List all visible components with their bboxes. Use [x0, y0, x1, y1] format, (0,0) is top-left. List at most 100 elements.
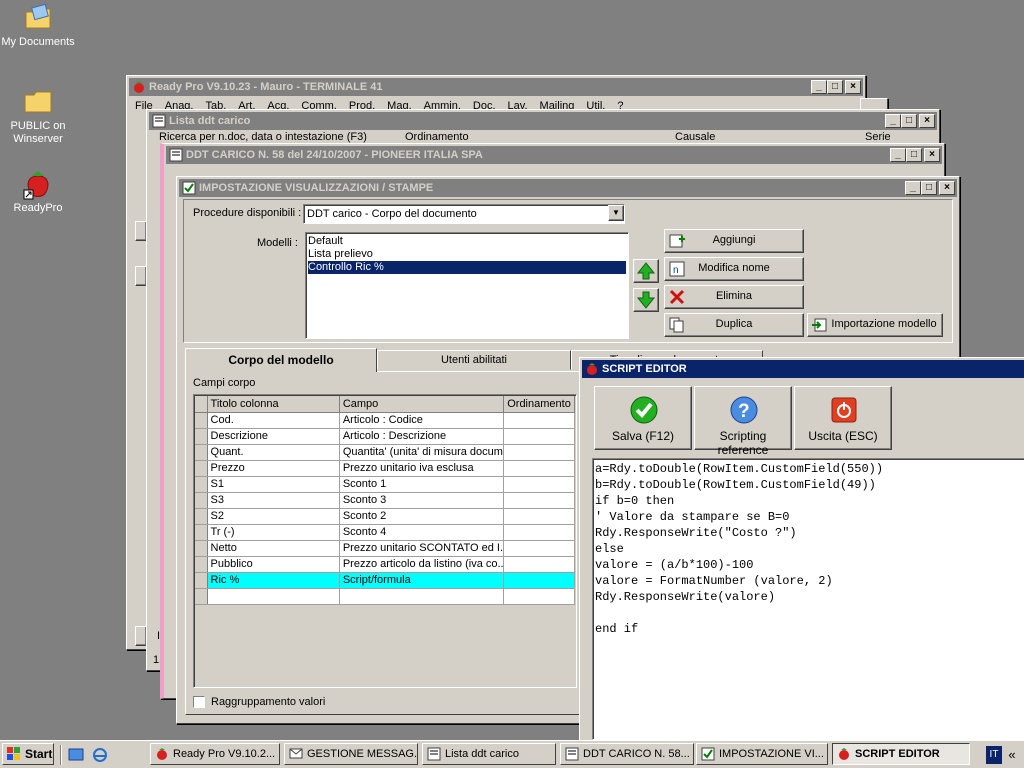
- table-cell[interactable]: Sconto 3: [339, 492, 505, 509]
- table-cell[interactable]: Articolo : Codice: [339, 412, 505, 429]
- taskbar-item[interactable]: DDT CARICO N. 58...: [560, 743, 694, 765]
- row-indicator[interactable]: [195, 588, 208, 605]
- code-line[interactable]: end if: [595, 621, 883, 637]
- table-cell[interactable]: [503, 556, 575, 573]
- column-header[interactable]: Ordinamento: [503, 396, 575, 413]
- maximize-button[interactable]: □: [921, 181, 937, 195]
- code-line[interactable]: else: [595, 541, 883, 557]
- table-row[interactable]: Cod. Articolo : Codice: [195, 412, 575, 429]
- internet-explorer-icon[interactable]: [92, 747, 108, 763]
- table-cell[interactable]: [503, 428, 575, 445]
- table-row[interactable]: S2 Sconto 2: [195, 508, 575, 525]
- table-cell[interactable]: [503, 492, 575, 509]
- taskbar-item[interactable]: Ready Pro V9.10.2...: [150, 743, 280, 765]
- taskbar-item[interactable]: SCRIPT EDITOR: [832, 743, 970, 765]
- code-line[interactable]: valore = FormatNumber (valore, 2): [595, 573, 883, 589]
- show-desktop-icon[interactable]: [68, 747, 84, 763]
- maximize-button[interactable]: □: [906, 148, 922, 162]
- code-line[interactable]: valore = (a/b*100)-100: [595, 557, 883, 573]
- minimize-button[interactable]: _: [905, 181, 921, 195]
- code-line[interactable]: a=Rdy.toDouble(RowItem.CustomField(550)): [595, 461, 883, 477]
- tab-corpo-modello[interactable]: Corpo del modello: [185, 348, 377, 372]
- tray-expand-button[interactable]: «: [1004, 746, 1020, 764]
- close-button[interactable]: ×: [845, 80, 861, 94]
- desktop-icon-my-documents[interactable]: My Documents: [0, 2, 76, 49]
- aggiungi-button[interactable]: Aggiungi: [664, 229, 804, 253]
- ddt-title-bar[interactable]: DDT CARICO N. 58 del 24/10/2007 - PIONEE…: [166, 146, 942, 164]
- code-line[interactable]: Rdy.ResponseWrite(valore): [595, 589, 883, 605]
- table-cell[interactable]: Quantita' (unita' di misura docum...: [339, 444, 505, 461]
- row-indicator[interactable]: [195, 476, 208, 493]
- procedure-select[interactable]: DDT carico - Corpo del documento ▼: [303, 204, 625, 224]
- list-item-selected[interactable]: Controllo Ric %: [308, 261, 626, 274]
- table-cell[interactable]: [503, 444, 575, 461]
- row-indicator[interactable]: [195, 556, 208, 573]
- table-row[interactable]: [195, 588, 575, 605]
- table-cell[interactable]: [503, 476, 575, 493]
- table-cell[interactable]: Netto: [207, 540, 340, 557]
- code-line[interactable]: Rdy.ResponseWrite("Costo ?"): [595, 525, 883, 541]
- close-button[interactable]: ×: [924, 148, 940, 162]
- move-down-button[interactable]: [633, 288, 659, 312]
- code-line[interactable]: b=Rdy.toDouble(RowItem.CustomField(49)): [595, 477, 883, 493]
- close-button[interactable]: ×: [919, 114, 935, 128]
- table-cell[interactable]: S2: [207, 508, 340, 525]
- minimize-button[interactable]: _: [811, 80, 827, 94]
- lista-title-bar[interactable]: Lista ddt carico _ □ ×: [149, 112, 937, 130]
- desktop-icon-public-winserver[interactable]: PUBLIC on Winserver: [0, 86, 76, 146]
- taskbar-item[interactable]: IMPOSTAZIONE VI...: [696, 743, 828, 765]
- maximize-button[interactable]: □: [901, 114, 917, 128]
- table-cell[interactable]: S1: [207, 476, 340, 493]
- table-cell[interactable]: [503, 524, 575, 541]
- table-cell[interactable]: Sconto 4: [339, 524, 505, 541]
- table-cell[interactable]: Pubblico: [207, 556, 340, 573]
- table-cell[interactable]: [503, 508, 575, 525]
- code-line[interactable]: [595, 605, 883, 621]
- maximize-button[interactable]: □: [827, 80, 843, 94]
- list-item[interactable]: Lista prelievo: [308, 248, 626, 261]
- table-cell[interactable]: [503, 540, 575, 557]
- row-indicator[interactable]: [195, 444, 208, 461]
- column-header[interactable]: Campo: [339, 396, 505, 413]
- row-indicator[interactable]: [195, 412, 208, 429]
- row-indicator[interactable]: [195, 492, 208, 509]
- table-cell[interactable]: Prezzo: [207, 460, 340, 477]
- move-up-button[interactable]: [633, 259, 659, 283]
- row-indicator[interactable]: [195, 460, 208, 477]
- campi-grid[interactable]: Titolo colonna Campo Ordinamento Cod. Artico…: [195, 396, 575, 605]
- table-row[interactable]: Descrizione Articolo : Descrizione: [195, 428, 575, 445]
- row-indicator[interactable]: [195, 524, 208, 541]
- table-cell[interactable]: Descrizione: [207, 428, 340, 445]
- table-cell[interactable]: Ric %: [207, 572, 340, 589]
- table-cell[interactable]: Script/formula: [339, 572, 505, 589]
- table-row[interactable]: S3 Sconto 3: [195, 492, 575, 509]
- elimina-button[interactable]: Elimina: [664, 285, 804, 309]
- minimize-button[interactable]: _: [890, 148, 906, 162]
- table-cell[interactable]: [503, 588, 575, 605]
- table-cell[interactable]: Cod.: [207, 412, 340, 429]
- table-row[interactable]: Tr (-) Sconto 4: [195, 524, 575, 541]
- impostazione-title-bar[interactable]: IMPOSTAZIONE VISUALIZZAZIONI / STAMPE _ □…: [179, 179, 957, 197]
- table-cell[interactable]: Prezzo unitario SCONTATO ed I...: [339, 540, 505, 557]
- table-cell[interactable]: [503, 412, 575, 429]
- table-cell[interactable]: [503, 460, 575, 477]
- language-indicator[interactable]: IT: [986, 746, 1002, 764]
- table-cell[interactable]: Tr (-): [207, 524, 340, 541]
- table-row[interactable]: Ric % Script/formula: [195, 572, 575, 589]
- raggruppamento-checkbox[interactable]: [193, 696, 205, 708]
- table-row[interactable]: Prezzo Prezzo unitario iva esclusa: [195, 460, 575, 477]
- tab-utenti-abilitati[interactable]: Utenti abilitati: [377, 350, 571, 370]
- importazione-modello-button[interactable]: Importazione modello: [807, 313, 943, 337]
- desktop-icon-readypro[interactable]: ReadyPro: [0, 168, 76, 215]
- minimize-button[interactable]: _: [885, 114, 901, 128]
- table-cell[interactable]: [207, 588, 340, 605]
- table-row[interactable]: Pubblico Prezzo articolo da listino (iva …: [195, 556, 575, 573]
- duplica-button[interactable]: Duplica: [664, 313, 804, 337]
- code-line[interactable]: ' Valore da stampare se B=0: [595, 509, 883, 525]
- table-cell[interactable]: Sconto 2: [339, 508, 505, 525]
- table-cell[interactable]: S3: [207, 492, 340, 509]
- table-cell[interactable]: Prezzo articolo da listino (iva co...: [339, 556, 505, 573]
- table-row[interactable]: Netto Prezzo unitario SCONTATO ed I...: [195, 540, 575, 557]
- readypro-title-bar[interactable]: Ready Pro V9.10.23 - Mauro - TERMINALE 4…: [129, 78, 863, 96]
- table-row[interactable]: S1 Sconto 1: [195, 476, 575, 493]
